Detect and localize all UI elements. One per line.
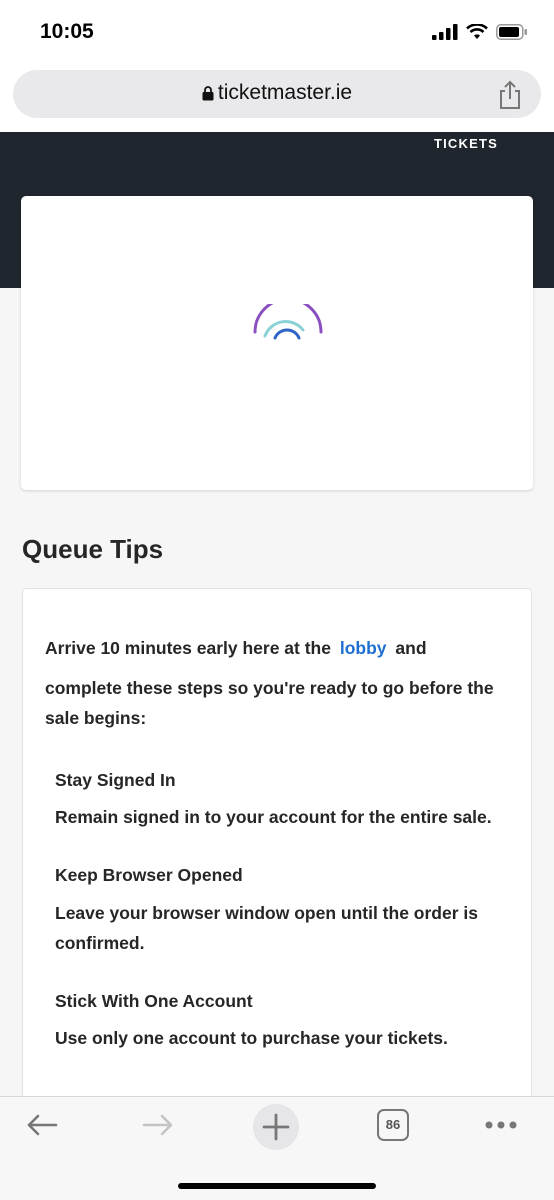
intro-line-1: Arrive 10 minutes early here at the lobb… xyxy=(45,633,427,663)
forward-arrow-icon[interactable] xyxy=(140,1107,176,1143)
tip-text: Remain signed in to your account for the… xyxy=(55,807,492,827)
lobby-link[interactable]: lobby xyxy=(340,638,387,658)
queue-tips-heading: Queue Tips xyxy=(22,534,164,564)
url-display[interactable]: ticketmaster.ie xyxy=(13,81,541,105)
battery-icon xyxy=(496,24,527,40)
address-bar[interactable]: ticketmaster.ie xyxy=(13,70,541,118)
tip-title: Stay Signed In xyxy=(55,770,176,790)
tickets-link[interactable]: TICKETS xyxy=(434,136,498,151)
signal-icon xyxy=(432,24,458,40)
intro-text-after: and xyxy=(395,638,427,658)
loading-spinner-icon xyxy=(253,304,323,340)
new-tab-plus-icon[interactable] xyxy=(252,1103,300,1151)
tip-title: Keep Browser Opened xyxy=(55,865,243,885)
intro-line-2: complete these steps so you're ready to … xyxy=(45,678,494,728)
queue-tips-card: Arrive 10 minutes early here at the lobb… xyxy=(22,588,532,1108)
browser-toolbar: ticketmaster.ie xyxy=(0,62,554,132)
tip-text: Leave your browser window open until the… xyxy=(55,903,478,953)
queue-status-card xyxy=(21,196,533,490)
status-bar: 10:05 xyxy=(0,0,554,62)
tip-title: Stick With One Account xyxy=(55,991,253,1011)
back-arrow-icon[interactable] xyxy=(24,1107,60,1143)
tab-switcher-button[interactable]: 86 xyxy=(377,1109,409,1141)
tip-text: Use only one account to purchase your ti… xyxy=(55,1028,448,1048)
lock-icon xyxy=(202,86,214,101)
intro-text-before: Arrive 10 minutes early here at the xyxy=(45,638,331,658)
home-indicator[interactable] xyxy=(178,1183,376,1189)
more-menu-icon[interactable] xyxy=(484,1117,518,1133)
wifi-icon xyxy=(466,24,488,39)
tab-count: 86 xyxy=(385,1117,401,1132)
url-text: ticketmaster.ie xyxy=(217,81,353,104)
status-icons xyxy=(432,24,528,40)
status-time: 10:05 xyxy=(40,20,94,43)
share-icon[interactable] xyxy=(497,80,523,110)
